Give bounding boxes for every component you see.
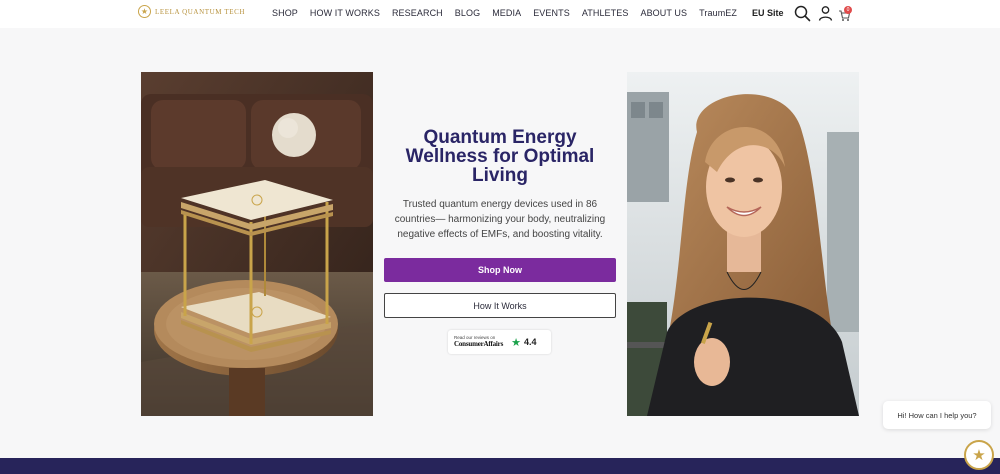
hero-product-image [141,72,373,416]
cart-count-badge: 0 [844,6,852,14]
hero-content: Quantum Energy Wellness for Optimal Livi… [384,128,616,242]
nav-item-traumez[interactable]: TraumEZ [699,8,737,18]
nav-item-how-it-works[interactable]: HOW IT WORKS [310,8,380,18]
logo-text: LEELA QUANTUM TECH [155,7,245,16]
footer-band [0,458,1000,474]
review-brand: ConsumerAffairs [454,339,504,348]
user-icon[interactable] [818,5,833,22]
nav-item-blog[interactable]: BLOG [455,8,480,18]
nav-item-media[interactable]: MEDIA [492,8,521,18]
nav-item-about-us[interactable]: ABOUT US [640,8,687,18]
chat-greeting-bubble[interactable]: Hi! How can I help you? [883,401,991,429]
star-icon: ★ [511,336,521,349]
chat-launcher-icon[interactable]: ★ [964,440,994,470]
hero-lifestyle-image [627,72,859,416]
nav-item-athletes[interactable]: ATHLETES [582,8,629,18]
site-header: ★ LEELA QUANTUM TECH SHOP HOW IT WORKS R… [0,0,1000,28]
logo-star-icon: ★ [138,5,151,18]
review-text: Read our reviews on ConsumerAffairs [454,336,503,348]
hero-headline: Quantum Energy Wellness for Optimal Livi… [405,127,595,186]
review-score: 4.4 [523,337,537,347]
search-icon[interactable] [794,5,811,22]
nav-item-events[interactable]: EVENTS [533,8,570,18]
eu-site-link[interactable]: EU Site [752,8,784,18]
how-it-works-button[interactable]: How It Works [384,293,616,318]
nav-item-shop[interactable]: SHOP [272,8,298,18]
nav-item-research[interactable]: RESEARCH [392,8,443,18]
hero-subtext: Trusted quantum energy devices used in 8… [394,199,606,240]
logo[interactable]: ★ LEELA QUANTUM TECH [138,5,245,18]
main-nav: SHOP HOW IT WORKS RESEARCH BLOG MEDIA EV… [272,8,749,18]
consumer-affairs-review-badge[interactable]: Read our reviews on ConsumerAffairs ★ 4.… [448,330,551,354]
shop-now-button[interactable]: Shop Now [384,258,616,282]
